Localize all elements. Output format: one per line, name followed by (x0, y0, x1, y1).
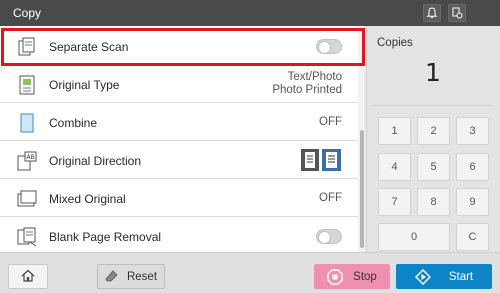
keypad-key-6[interactable]: 6 (456, 153, 489, 181)
separate-scan-icon (16, 36, 38, 58)
panel-divider (372, 105, 492, 106)
device-status-icon[interactable] (448, 4, 466, 22)
setting-value: OFF (319, 192, 342, 204)
stop-icon (327, 268, 343, 285)
setting-value: Text/Photo Photo Printed (272, 71, 342, 97)
keypad-key-5[interactable]: 5 (417, 153, 450, 181)
copies-value: 1 (425, 58, 441, 87)
setting-original-type[interactable]: Original Type Text/Photo Photo Printed (0, 66, 358, 103)
mixed-original-icon (16, 188, 38, 210)
keypad-key-4[interactable]: 4 (378, 153, 411, 181)
setting-label: Combine (49, 116, 98, 130)
settings-list: Separate Scan Original Type Text/Photo P… (0, 26, 364, 252)
blank-page-removal-icon (16, 226, 38, 248)
original-type-icon (16, 74, 38, 96)
reset-button[interactable]: Reset (97, 264, 165, 289)
keypad-key-0[interactable]: 0 (378, 223, 450, 251)
setting-label: Original Direction (49, 154, 142, 168)
separate-scan-toggle[interactable] (316, 39, 342, 54)
original-type-value-line1: Text/Photo (287, 71, 342, 83)
start-label: Start (448, 270, 474, 283)
keypad-key-clear[interactable]: C (456, 223, 489, 251)
eraser-icon (105, 270, 118, 283)
keypad-key-8[interactable]: 8 (417, 188, 450, 216)
title-bar: Copy (0, 0, 500, 26)
original-type-value-line2: Photo Printed (272, 84, 342, 96)
setting-mixed-original[interactable]: Mixed Original OFF (0, 180, 358, 217)
setting-separate-scan[interactable]: Separate Scan (0, 28, 358, 65)
list-scrollbar-thumb[interactable] (360, 130, 364, 248)
start-button[interactable]: Start (396, 264, 492, 289)
keypad-key-3[interactable]: 3 (456, 117, 489, 145)
direction-icons (300, 148, 342, 172)
setting-combine[interactable]: Combine OFF (0, 104, 358, 141)
stop-button[interactable]: Stop (314, 264, 390, 289)
setting-value: OFF (319, 116, 342, 128)
home-button[interactable] (8, 264, 48, 289)
setting-label: Blank Page Removal (49, 230, 162, 244)
blank-page-removal-toggle[interactable] (316, 229, 342, 244)
svg-text:AB: AB (27, 154, 35, 161)
combine-icon (16, 112, 38, 134)
setting-label: Original Type (49, 78, 120, 92)
copies-label: Copies (377, 37, 413, 49)
keypad-key-9[interactable]: 9 (456, 188, 489, 216)
original-direction-icon: AB (16, 150, 38, 172)
keypad-key-7[interactable]: 7 (378, 188, 411, 216)
home-icon (21, 269, 35, 285)
setting-label: Mixed Original (49, 192, 126, 206)
setting-label: Separate Scan (49, 40, 129, 54)
app-title: Copy (13, 6, 42, 20)
stop-label: Stop (353, 270, 377, 283)
keypad-key-2[interactable]: 2 (417, 117, 450, 145)
setting-blank-page-removal[interactable]: Blank Page Removal (0, 218, 358, 252)
bell-icon[interactable] (423, 4, 441, 22)
reset-label: Reset (126, 270, 158, 283)
keypad-key-1[interactable]: 1 (378, 117, 411, 145)
setting-original-direction[interactable]: AB Original Direction (0, 142, 358, 179)
start-icon (414, 268, 431, 285)
